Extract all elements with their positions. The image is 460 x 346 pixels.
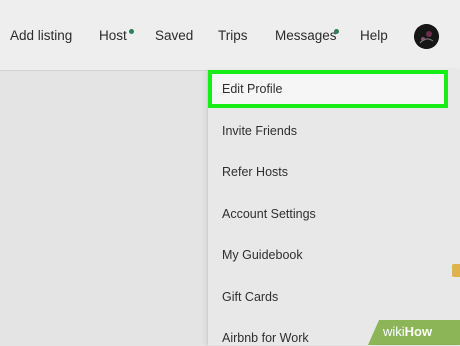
nav-messages[interactable]: Messages [275, 27, 337, 45]
menu-item-invite-friends[interactable]: Invite Friends [222, 123, 297, 139]
host-notification-dot-icon [129, 29, 134, 34]
top-navigation-bar: Add listing Host Saved Trips Messages He… [0, 0, 460, 71]
menu-item-airbnb-for-work[interactable]: Airbnb for Work [222, 330, 309, 346]
menu-item-edit-profile[interactable]: Edit Profile [222, 81, 282, 97]
menu-item-my-guidebook[interactable]: My Guidebook [222, 247, 303, 263]
nav-add-listing[interactable]: Add listing [10, 27, 72, 45]
menu-item-refer-hosts[interactable]: Refer Hosts [222, 164, 288, 180]
wikihow-watermark-prefix: wiki [383, 324, 405, 339]
avatar-image-icon [414, 24, 439, 49]
menu-item-gift-cards[interactable]: Gift Cards [222, 289, 278, 305]
right-edge-accent [452, 264, 460, 277]
nav-saved[interactable]: Saved [155, 27, 193, 45]
nav-trips[interactable]: Trips [218, 27, 248, 45]
user-avatar[interactable] [414, 24, 439, 49]
nav-help[interactable]: Help [360, 27, 388, 45]
profile-dropdown-menu: Edit Profile Invite Friends Refer Hosts … [207, 70, 460, 345]
nav-host[interactable]: Host [99, 27, 127, 45]
messages-notification-dot-icon [334, 29, 339, 34]
wikihow-watermark-suffix: How [404, 324, 433, 339]
menu-item-account-settings[interactable]: Account Settings [222, 206, 316, 222]
wikihow-watermark-text: wikiHow [383, 324, 432, 340]
